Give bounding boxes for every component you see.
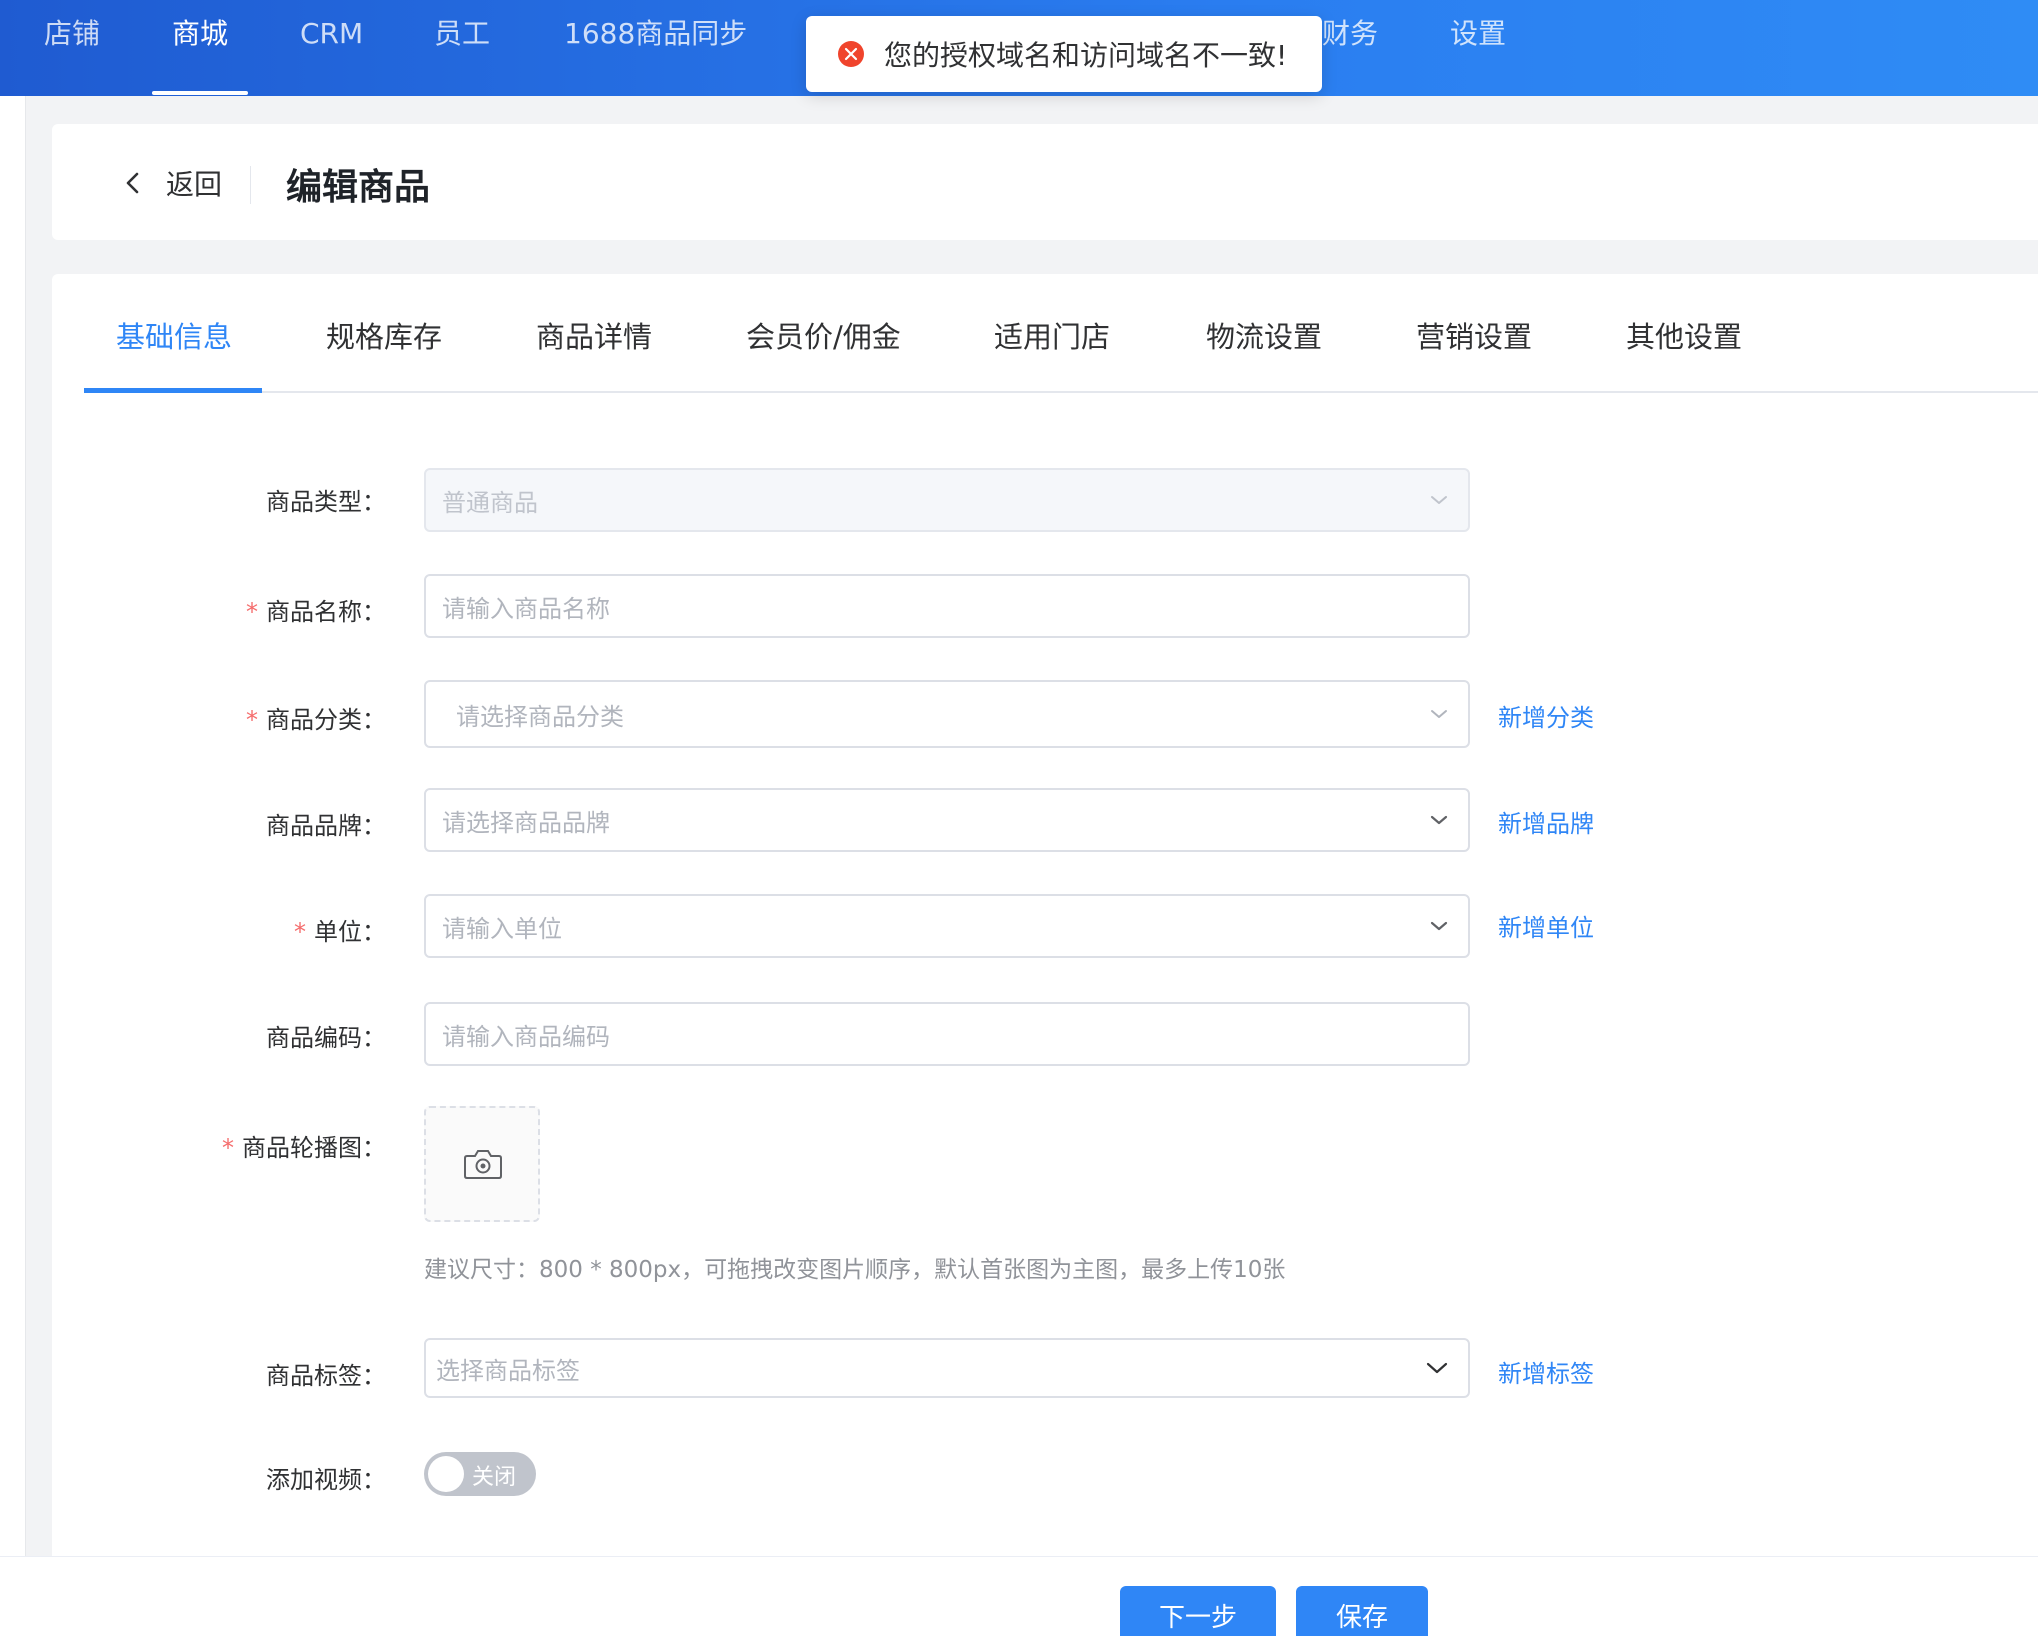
nav-item-mall[interactable]: 商城	[172, 0, 228, 96]
chevron-down-icon	[1431, 496, 1447, 504]
camera-icon	[464, 1150, 502, 1179]
label-product-brand: 商品品牌：	[266, 812, 386, 840]
tab-logistics[interactable]: 物流设置	[1206, 314, 1322, 356]
add-unit-link[interactable]: 新增单位	[1498, 908, 1594, 943]
label-product-code: 商品编码：	[266, 1024, 386, 1052]
product-name-placeholder: 请输入商品名称	[442, 594, 610, 623]
tab-other[interactable]: 其他设置	[1626, 314, 1742, 356]
tab-active-indicator	[84, 388, 262, 393]
nav-item-store[interactable]: 店铺	[44, 0, 100, 96]
label-product-tags: 商品标签：	[266, 1362, 386, 1390]
tabs-divider	[84, 391, 2038, 393]
nav-item-settings[interactable]: 设置	[1450, 0, 1506, 96]
nav-item-finance[interactable]: 财务	[1322, 0, 1378, 96]
add-category-link[interactable]: 新增分类	[1498, 698, 1594, 733]
tab-basic-info[interactable]: 基础信息	[116, 314, 232, 356]
label-product-name: * 商品名称：	[246, 598, 386, 626]
product-type-value: 普通商品	[442, 488, 538, 517]
tab-member-price[interactable]: 会员价/佣金	[746, 314, 901, 356]
next-step-button[interactable]: 下一步	[1120, 1586, 1276, 1636]
nav-item-1688-sync[interactable]: 1688商品同步	[564, 0, 747, 96]
toast-message: 您的授权域名和访问域名不一致!	[884, 39, 1288, 72]
save-button[interactable]: 保存	[1296, 1586, 1428, 1636]
product-brand-placeholder: 请选择商品品牌	[442, 808, 610, 837]
back-label: 返回	[166, 168, 223, 201]
product-category-placeholder: 请选择商品分类	[456, 702, 624, 731]
header-divider	[250, 166, 251, 204]
footer-action-bar	[0, 1556, 2038, 1636]
product-brand-select[interactable]: 请选择商品品牌	[424, 788, 1470, 852]
carousel-hint: 建议尺寸：800 * 800px，可拖拽改变图片顺序，默认首张图为主图，最多上传…	[424, 1257, 1286, 1283]
product-code-placeholder: 请输入商品编码	[442, 1022, 610, 1051]
label-unit: * 单位：	[294, 918, 386, 946]
label-product-category: * 商品分类：	[246, 706, 386, 734]
toggle-state-text: 关闭	[472, 1465, 517, 1490]
chevron-down-icon	[1430, 921, 1448, 931]
label-add-video: 添加视频：	[266, 1466, 386, 1494]
product-code-input[interactable]: 请输入商品编码	[424, 1002, 1470, 1066]
chevron-down-icon	[1426, 1362, 1448, 1374]
error-toast: 您的授权域名和访问域名不一致!	[806, 16, 1322, 92]
product-tags-placeholder: 选择商品标签	[436, 1356, 580, 1385]
label-carousel-images: * 商品轮播图：	[222, 1134, 386, 1162]
product-name-input[interactable]: 请输入商品名称	[424, 574, 1470, 638]
product-tags-select[interactable]: 选择商品标签	[424, 1338, 1470, 1398]
image-upload-button[interactable]	[424, 1106, 540, 1222]
tab-stores[interactable]: 适用门店	[994, 314, 1110, 356]
back-button[interactable]: 返回	[120, 160, 222, 206]
tab-spec-stock[interactable]: 规格库存	[326, 314, 442, 356]
left-sidebar-edge	[0, 96, 26, 1556]
unit-select[interactable]: 请输入单位	[424, 894, 1470, 958]
chevron-left-icon	[126, 172, 139, 194]
chevron-down-icon	[1431, 710, 1447, 718]
product-type-select[interactable]: 普通商品	[424, 468, 1470, 532]
error-icon	[838, 41, 864, 67]
chevron-down-icon	[1430, 815, 1448, 825]
tab-product-detail[interactable]: 商品详情	[536, 314, 652, 356]
label-product-type: 商品类型：	[266, 488, 386, 516]
tab-marketing[interactable]: 营销设置	[1416, 314, 1532, 356]
nav-item-staff[interactable]: 员工	[434, 0, 490, 96]
nav-item-crm[interactable]: CRM	[300, 0, 363, 96]
page-title: 编辑商品	[286, 167, 431, 208]
add-tag-link[interactable]: 新增标签	[1498, 1354, 1594, 1389]
product-category-select[interactable]: 请选择商品分类	[424, 680, 1470, 748]
toggle-knob	[428, 1456, 464, 1492]
add-brand-link[interactable]: 新增品牌	[1498, 804, 1594, 839]
unit-placeholder: 请输入单位	[442, 914, 562, 943]
nav-active-indicator	[152, 91, 248, 95]
video-toggle[interactable]: 关闭	[424, 1452, 536, 1496]
